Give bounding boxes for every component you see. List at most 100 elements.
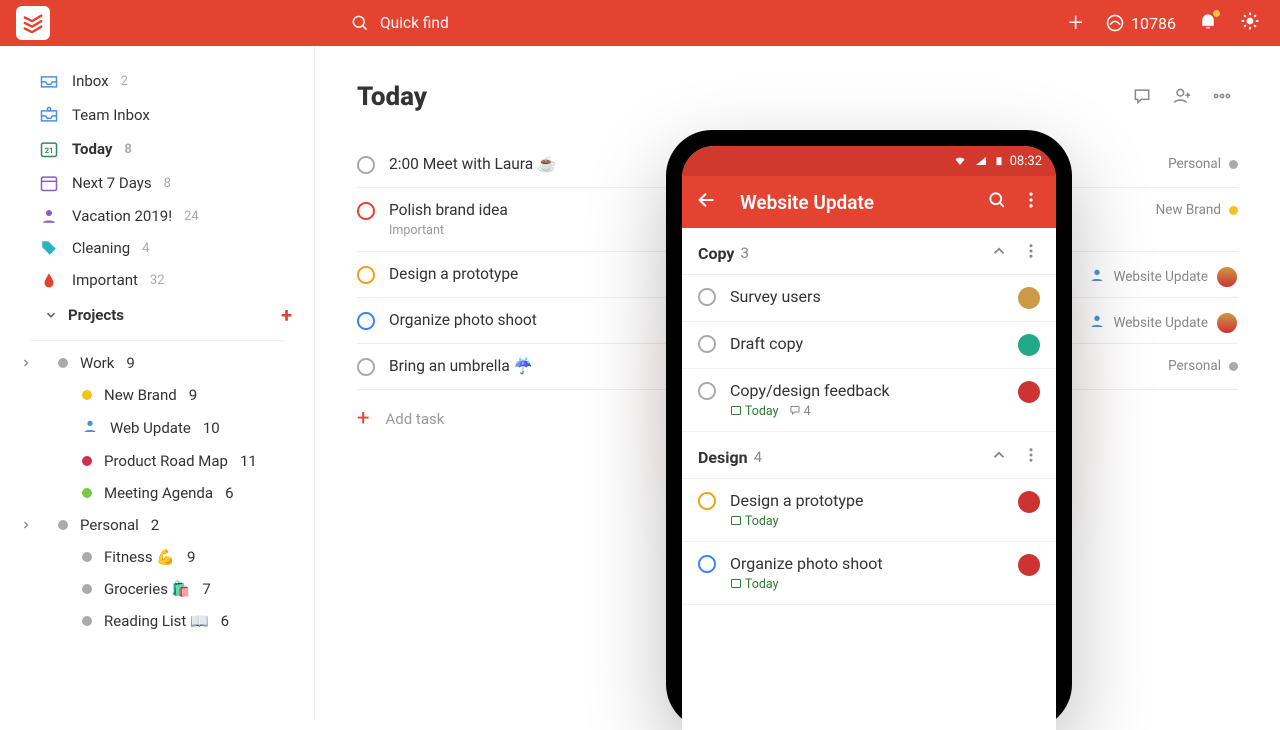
project-bullet <box>58 520 68 530</box>
settings-button[interactable] <box>1240 11 1260 35</box>
add-project-icon[interactable]: + <box>281 303 292 327</box>
notification-dot <box>1213 10 1220 17</box>
task-title: Polish brand idea <box>389 201 508 219</box>
section-more-button[interactable] <box>1022 242 1040 264</box>
mobile-section-header[interactable]: Copy 3 <box>682 228 1056 275</box>
add-task-icon[interactable]: + <box>1068 8 1083 38</box>
karma-counter[interactable]: 10786 <box>1105 13 1176 33</box>
team-inbox-icon <box>38 105 60 125</box>
task-checkbox[interactable] <box>698 555 716 573</box>
task-title: Bring an umbrella ☔ <box>389 357 533 375</box>
project-personal[interactable]: Personal 2 <box>0 509 314 541</box>
avatar <box>1018 554 1040 576</box>
sidebar-projects-header[interactable]: Projects + <box>0 296 314 334</box>
more-button[interactable] <box>1212 86 1232 110</box>
subproject-item[interactable]: Product Road Map11 <box>0 445 314 477</box>
comments-button[interactable] <box>1132 86 1152 110</box>
subproject-item[interactable]: Meeting Agenda6 <box>0 477 314 509</box>
more-vert-icon <box>1022 446 1040 464</box>
mobile-task-row[interactable]: Draft copy <box>682 322 1056 369</box>
gear-icon <box>1240 11 1260 31</box>
section-name: Copy <box>698 244 734 263</box>
task-title: Survey users <box>730 287 1004 306</box>
project-dot <box>1229 362 1238 371</box>
due-badge: Today <box>730 514 779 529</box>
back-button[interactable] <box>690 189 724 216</box>
mobile-time: 08:32 <box>1010 154 1042 169</box>
mobile-section-header[interactable]: Design4 <box>682 432 1056 479</box>
signal-icon <box>974 155 988 167</box>
search-icon <box>987 190 1007 210</box>
project-label: Fitness 💪 <box>104 548 175 566</box>
collapse-button[interactable] <box>990 446 1008 468</box>
project-label: New Brand <box>104 386 177 404</box>
more-vert-icon <box>1021 190 1041 210</box>
mobile-search-button[interactable] <box>980 190 1014 214</box>
task-checkbox[interactable] <box>698 288 716 306</box>
sidebar-label-cleaning[interactable]: Cleaning 4 <box>0 232 314 264</box>
task-title: Copy/design feedback <box>730 381 1004 400</box>
battery-icon <box>994 154 1004 168</box>
project-work[interactable]: Work 9 <box>0 347 314 379</box>
mobile-title: Website Update <box>740 191 874 214</box>
mobile-task-row[interactable]: Survey users <box>682 275 1056 322</box>
app-logo[interactable] <box>16 6 50 40</box>
project-bullet <box>82 552 92 562</box>
subproject-item[interactable]: Reading List 📖6 <box>0 605 314 637</box>
task-checkbox[interactable] <box>698 335 716 353</box>
karma-value: 10786 <box>1131 14 1176 33</box>
mobile-more-button[interactable] <box>1014 190 1048 214</box>
assignee-icon <box>1089 313 1105 333</box>
share-button[interactable] <box>1172 86 1192 110</box>
sidebar-filter-vacation[interactable]: Vacation 2019! 24 <box>0 200 314 232</box>
subproject-item[interactable]: New Brand9 <box>0 379 314 411</box>
project-count: 10 <box>203 419 220 437</box>
sidebar-team-inbox[interactable]: Team Inbox <box>0 98 314 132</box>
svg-text:21: 21 <box>45 146 54 155</box>
project-bullet <box>82 456 92 466</box>
section-count: 3 <box>740 244 748 262</box>
avatar <box>1018 381 1040 403</box>
avatar <box>1018 491 1040 513</box>
task-sublabel: Important <box>389 223 508 238</box>
mobile-app-bar: Website Update <box>682 176 1056 228</box>
task-checkbox[interactable] <box>357 202 375 220</box>
subproject-item[interactable]: Fitness 💪 9 <box>0 541 314 573</box>
sidebar-inbox[interactable]: Inbox 2 <box>0 64 314 98</box>
mobile-task-row[interactable]: Design a prototype Today <box>682 479 1056 542</box>
mobile-status-bar: 08:32 <box>682 146 1056 176</box>
task-checkbox[interactable] <box>357 266 375 284</box>
subproject-item[interactable]: Web Update10 <box>0 411 314 445</box>
view-title: Today <box>357 82 1238 112</box>
due-badge: Today <box>730 404 779 419</box>
project-bullet <box>82 584 92 594</box>
task-project: New Brand <box>1156 202 1221 218</box>
task-title: Design a prototype <box>730 491 1004 510</box>
search-icon <box>350 13 370 33</box>
avatar <box>1018 334 1040 356</box>
sidebar-today[interactable]: 21 Today 8 <box>0 132 314 166</box>
task-checkbox[interactable] <box>357 358 375 376</box>
project-label: Meeting Agenda <box>104 484 213 502</box>
subproject-item[interactable]: Groceries 🛍️7 <box>0 573 314 605</box>
sidebar: Inbox 2 Team Inbox 21 Today 8 Next 7 Day… <box>0 46 315 720</box>
plus-icon: + <box>357 406 369 431</box>
project-count: 9 <box>187 548 195 566</box>
mobile-task-row[interactable]: Copy/design feedback Today 4 <box>682 369 1056 432</box>
mobile-task-row[interactable]: Organize photo shoot Today <box>682 542 1056 605</box>
inbox-icon <box>38 71 60 91</box>
notifications-button[interactable] <box>1198 11 1218 35</box>
collapse-button[interactable] <box>990 242 1008 264</box>
task-checkbox[interactable] <box>698 492 716 510</box>
section-more-button[interactable] <box>1022 446 1040 468</box>
task-checkbox[interactable] <box>357 156 375 174</box>
karma-icon <box>1105 13 1125 33</box>
task-title: Organize photo shoot <box>389 311 537 329</box>
sidebar-priority-important[interactable]: Important 32 <box>0 264 314 296</box>
quick-find[interactable]: Quick find <box>350 13 449 33</box>
avatar <box>1018 287 1040 309</box>
task-checkbox[interactable] <box>357 312 375 330</box>
person-add-icon <box>1172 86 1192 106</box>
task-checkbox[interactable] <box>698 382 716 400</box>
sidebar-next7[interactable]: Next 7 Days 8 <box>0 166 314 200</box>
